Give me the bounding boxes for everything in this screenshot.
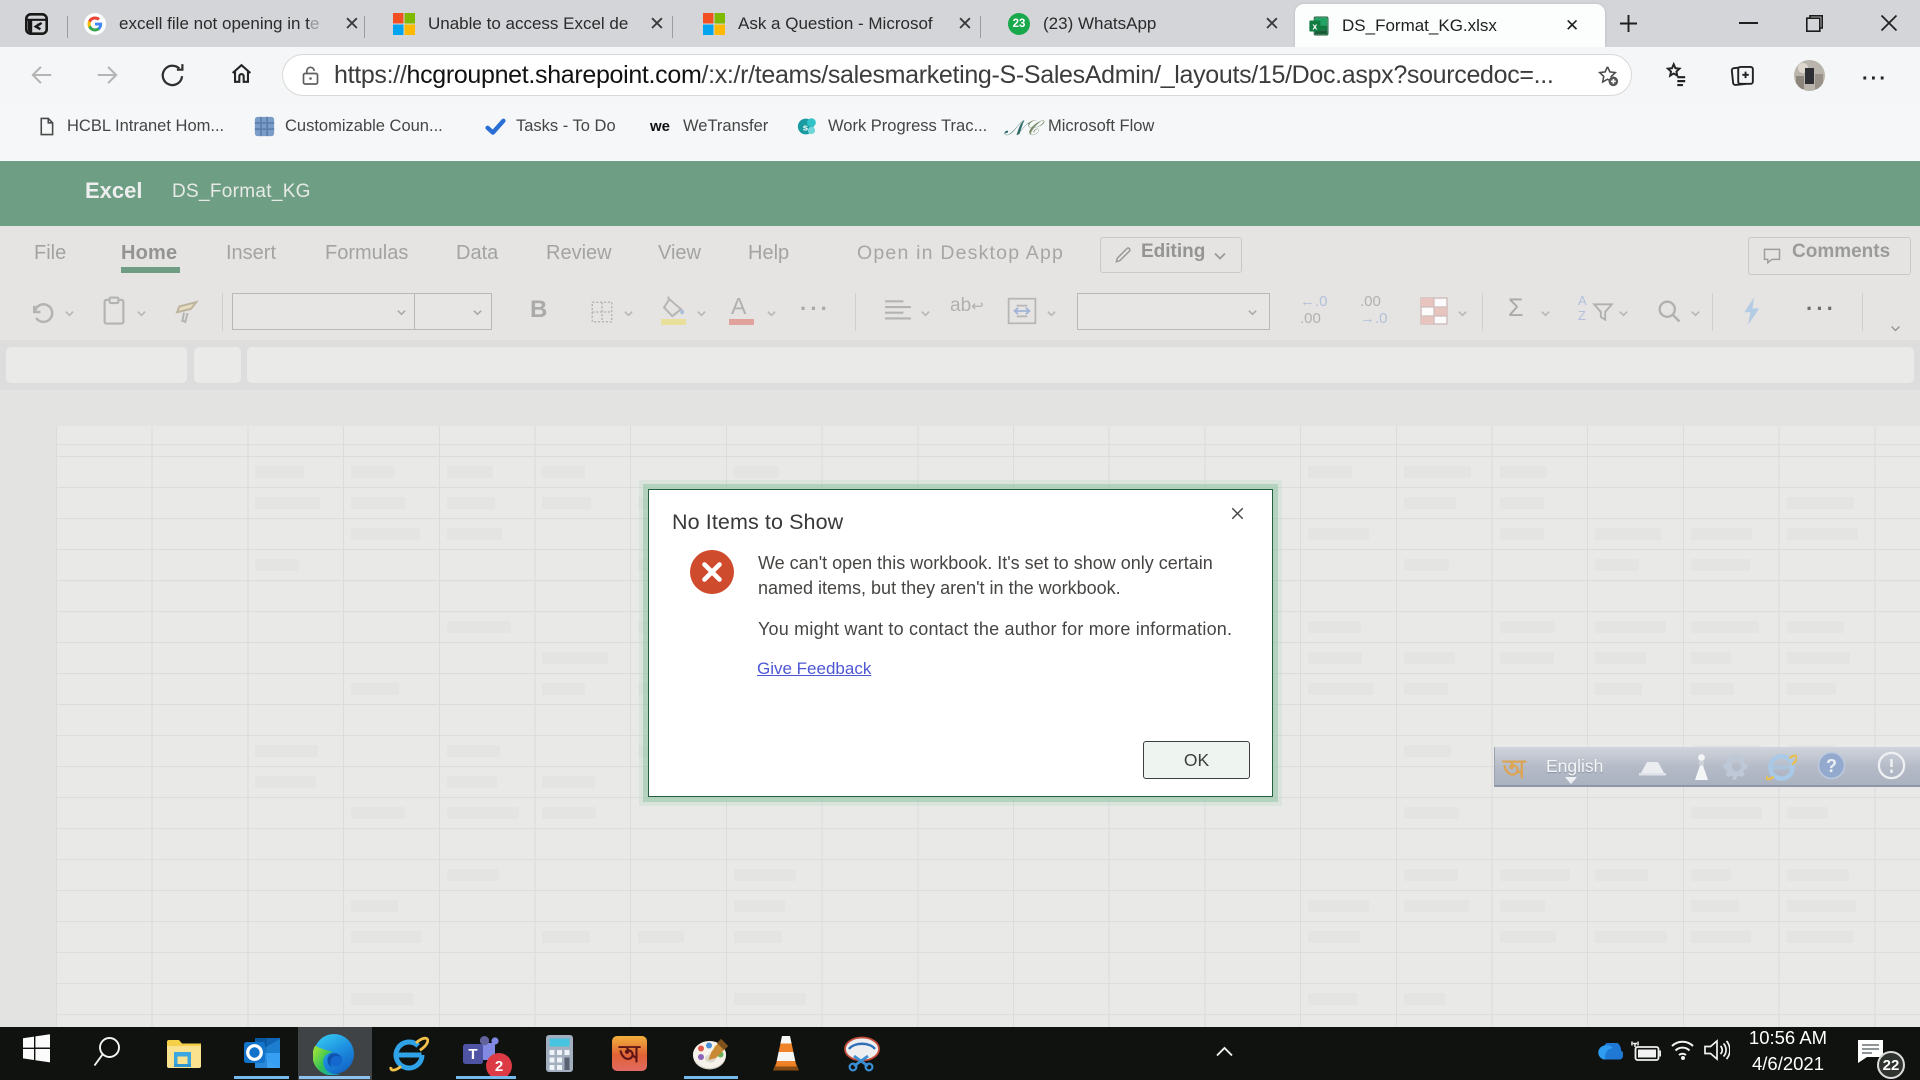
svg-text:?: ? [1826, 756, 1837, 776]
svg-text:T: T [468, 1046, 477, 1063]
svg-text:s: s [803, 122, 808, 133]
svg-text:অ: অ [618, 1042, 641, 1068]
svg-text:x: x [1312, 21, 1317, 31]
